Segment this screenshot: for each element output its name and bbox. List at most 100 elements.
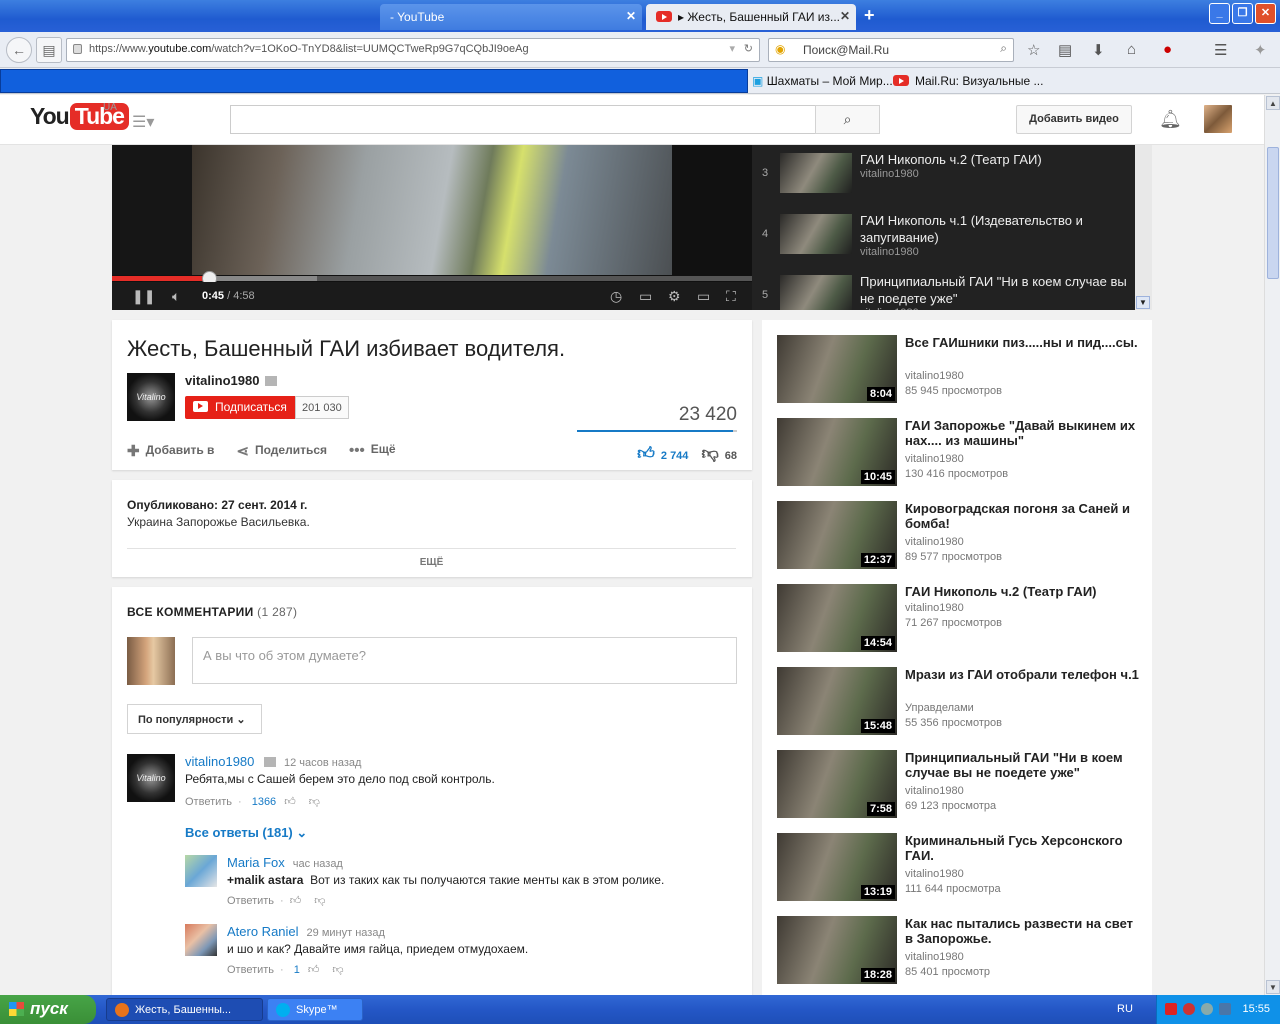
scroll-thumb[interactable]: [1267, 147, 1279, 279]
scroll-down-icon[interactable]: ▼: [1266, 980, 1280, 994]
related-video-item[interactable]: 18:28 Как нас пытались развести на свет …: [777, 916, 1147, 986]
reply-button[interactable]: Ответить: [185, 796, 232, 808]
reply-avatar[interactable]: [185, 855, 217, 887]
playlist-scrollbar[interactable]: ▼: [1135, 145, 1152, 310]
playlist-item[interactable]: 4 ГАИ Никополь ч.1 (Издевательство и зап…: [752, 206, 1135, 266]
video-frame[interactable]: [192, 145, 672, 275]
reply-avatar[interactable]: [185, 924, 217, 956]
adblock-icon[interactable]: ●: [1163, 41, 1172, 58]
reply-author[interactable]: Maria Fox: [227, 855, 285, 870]
video-player[interactable]: ❚❚ 🔈︎ 0:45 / 4:58 ◷ ▭ ⚙ ▭ ⛶: [112, 145, 752, 310]
reply-author[interactable]: Atero Raniel: [227, 924, 299, 939]
pause-icon[interactable]: ❚❚: [132, 288, 155, 305]
related-title[interactable]: Мрази из ГАИ отобрали телефон ч.1: [905, 667, 1140, 682]
tab-video[interactable]: ▸ Жесть, Башенный ГАИ из... ✕: [646, 4, 856, 30]
thumbs-up-icon[interactable]: 👍︎: [637, 444, 655, 463]
tray-vk-icon[interactable]: [1219, 1003, 1231, 1015]
watch-later-icon[interactable]: ◷: [610, 288, 622, 305]
playlist-item[interactable]: 5 Принципиальный ГАИ "Ни в коем случае в…: [752, 267, 1135, 310]
tray-antivirus-icon[interactable]: [1183, 1003, 1195, 1015]
related-video-item[interactable]: 13:19 Криминальный Гусь Херсонского ГАИ.…: [777, 833, 1147, 903]
guide-menu-icon[interactable]: ☰▾: [132, 112, 154, 132]
page-scrollbar[interactable]: ▲ ▼: [1264, 95, 1280, 995]
related-thumbnail[interactable]: 18:28: [777, 916, 897, 984]
dropdown-icon[interactable]: ▾: [729, 42, 735, 55]
related-thumbnail[interactable]: 15:48: [777, 667, 897, 735]
thumbs-down-icon[interactable]: 👎︎: [332, 964, 343, 976]
menu-icon[interactable]: ☰: [1214, 41, 1227, 59]
thumbs-down-icon[interactable]: 👎︎: [701, 444, 718, 463]
reply-mention[interactable]: +malik astara: [227, 873, 303, 887]
download-icon[interactable]: ⬇: [1092, 41, 1105, 59]
related-title[interactable]: ГАИ Запорожье "Давай выкинем их нах.... …: [905, 418, 1140, 448]
comment-input[interactable]: А вы что об этом думаете?: [192, 637, 737, 684]
search-icon[interactable]: ⌕: [1000, 41, 1007, 56]
settings-gear-icon[interactable]: ⚙: [668, 288, 681, 305]
notifications-bell-icon[interactable]: 🔔︎: [1159, 109, 1182, 130]
thumbs-up-icon[interactable]: 👍︎: [308, 964, 320, 976]
addon-icon[interactable]: ✦: [1254, 41, 1267, 59]
youtube-logo[interactable]: You Tube UA: [30, 102, 129, 130]
volume-icon[interactable]: 🔈︎: [172, 288, 180, 305]
url-bar[interactable]: https://www.youtube.com/watch?v=1OKoO-Tn…: [66, 38, 760, 62]
related-video-item[interactable]: 12:37 Кировоградская погоня за Саней и б…: [777, 501, 1147, 571]
close-window-icon[interactable]: ✕: [1255, 3, 1276, 24]
related-thumbnail[interactable]: 14:54: [777, 584, 897, 652]
home-icon[interactable]: ⌂: [1127, 41, 1136, 58]
related-thumbnail[interactable]: 10:45: [777, 418, 897, 486]
tray-network-icon[interactable]: [1201, 1003, 1213, 1015]
thumbs-up-icon[interactable]: 👍︎: [284, 796, 296, 808]
tab-close-icon[interactable]: ✕: [840, 9, 850, 23]
related-title[interactable]: Криминальный Гусь Херсонского ГАИ.: [905, 833, 1140, 863]
scroll-down-icon[interactable]: ▼: [1136, 296, 1150, 309]
user-avatar[interactable]: [1204, 105, 1232, 133]
comment-author[interactable]: vitalino1980: [185, 754, 254, 769]
subscribe-button[interactable]: Подписаться: [185, 396, 295, 419]
captions-icon[interactable]: ▭: [639, 288, 652, 305]
thumbs-down-icon[interactable]: 👎︎: [309, 796, 320, 808]
bookmark-chess[interactable]: ▣ Шахматы – Мой Мир...: [752, 74, 893, 88]
more-button[interactable]: ••• Ещё: [349, 442, 396, 460]
progress-bar[interactable]: [112, 271, 752, 286]
maximize-icon[interactable]: ❐: [1232, 3, 1253, 24]
tab-close-icon[interactable]: ✕: [626, 9, 636, 23]
comment-avatar[interactable]: Vitalino: [127, 754, 175, 802]
tab-youtube[interactable]: - YouTube ✕: [380, 4, 642, 30]
related-thumbnail[interactable]: 12:37: [777, 501, 897, 569]
add-to-button[interactable]: ✚ Добавить в: [127, 442, 214, 460]
scroll-up-icon[interactable]: ▲: [1266, 96, 1280, 110]
thumbs-up-icon[interactable]: 👍︎: [290, 895, 302, 907]
search-bar[interactable]: ◉ Поиск@Mail.Ru ⌕: [768, 38, 1014, 62]
related-video-item[interactable]: 8:04 Все ГАИшники пиз.....ны и пид....сы…: [777, 335, 1147, 405]
youtube-search-button[interactable]: ⌕: [815, 105, 880, 134]
reply-button[interactable]: Ответить: [227, 895, 274, 907]
theater-mode-icon[interactable]: ▭: [697, 288, 710, 305]
start-button[interactable]: пуск: [0, 995, 96, 1024]
related-title[interactable]: ГАИ Никополь ч.2 (Театр ГАИ): [905, 584, 1140, 599]
bookmark-mailru[interactable]: Mail.Ru: Визуальные ...: [893, 74, 1043, 88]
taskbar-firefox[interactable]: Жесть, Башенны...: [106, 998, 263, 1021]
back-icon[interactable]: ←: [6, 37, 32, 63]
related-thumbnail[interactable]: 8:04: [777, 335, 897, 403]
related-thumbnail[interactable]: 13:19: [777, 833, 897, 901]
language-indicator[interactable]: RU: [1117, 1003, 1133, 1015]
upload-button[interactable]: Добавить видео: [1016, 105, 1132, 134]
tray-mail-icon[interactable]: [1165, 1003, 1177, 1015]
show-more-button[interactable]: ЕЩЁ: [127, 548, 736, 568]
youtube-search-input[interactable]: [230, 105, 816, 134]
taskbar-skype[interactable]: Skype™: [267, 998, 363, 1021]
related-title[interactable]: Принципиальный ГАИ "Ни в коем случае вы …: [905, 750, 1140, 780]
related-video-item[interactable]: 15:48 Мрази из ГАИ отобрали телефон ч.1 …: [777, 667, 1147, 737]
sort-dropdown[interactable]: По популярности ⌄: [127, 704, 262, 734]
related-video-item[interactable]: 14:54 ГАИ Никополь ч.2 (Театр ГАИ) vital…: [777, 584, 1147, 654]
reload-icon[interactable]: ↻: [744, 42, 753, 55]
related-title[interactable]: Кировоградская погоня за Саней и бомба!: [905, 501, 1140, 531]
tab-groups-icon[interactable]: ▤: [36, 37, 62, 63]
channel-avatar[interactable]: Vitalino: [127, 373, 175, 421]
related-video-item[interactable]: 7:58 Принципиальный ГАИ "Ни в коем случа…: [777, 750, 1147, 820]
bookmark-star-icon[interactable]: ☆: [1027, 41, 1040, 59]
minimize-icon[interactable]: _: [1209, 3, 1230, 24]
share-button[interactable]: ⋖ Поделиться: [236, 442, 327, 460]
fullscreen-icon[interactable]: ⛶: [726, 288, 736, 305]
related-title[interactable]: Все ГАИшники пиз.....ны и пид....сы.: [905, 335, 1140, 350]
